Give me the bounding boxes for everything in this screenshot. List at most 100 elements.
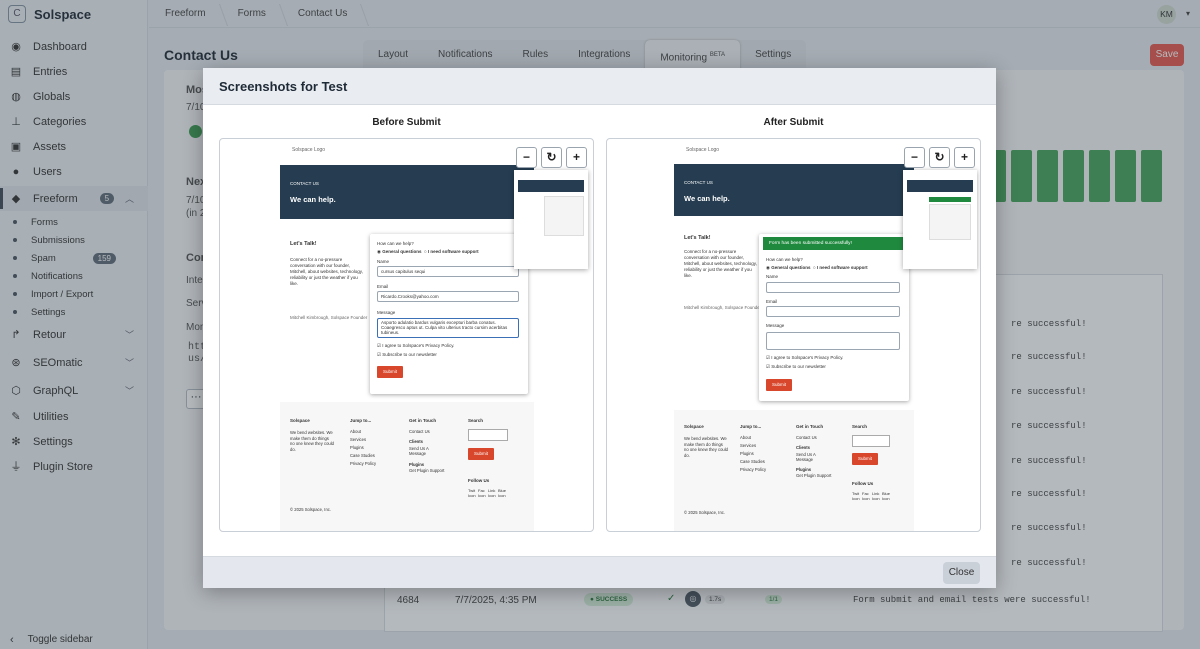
after-submit-heading: After Submit	[763, 117, 824, 128]
minimap-form	[544, 196, 584, 236]
footer-send: Send Us A Message	[796, 452, 816, 462]
screenshot-image: Solspace Logo CONTACT US We can help. Le…	[280, 139, 534, 531]
footer-link: About	[740, 435, 751, 440]
footer-jump: Jump to...	[740, 424, 762, 429]
subscribe-checkbox: ☑ Subscribe to our newsletter	[377, 352, 437, 357]
footer-link: About	[350, 429, 361, 434]
photo-alt: Mitchell Kimbrough, Solspace Founder	[290, 315, 368, 320]
q-label: How can we help?	[377, 241, 414, 246]
footer-jump: Jump to...	[350, 418, 372, 423]
reset-zoom-icon[interactable]: ↻	[929, 147, 950, 168]
before-screenshot-viewer[interactable]: Solspace Logo CONTACT US We can help. Le…	[219, 138, 594, 532]
name-field: cursus capitulus sequi	[377, 266, 519, 277]
form-card: How can we help? ◉ General questions ○ I…	[370, 234, 528, 394]
zoom-out-button[interactable]: −	[516, 147, 537, 168]
hero-banner: CONTACT US We can help.	[280, 165, 534, 219]
footer-search: Search	[852, 424, 868, 429]
message-field: Asporto adulatio bardus vulgaris exceptu…	[377, 318, 519, 338]
footer-touch: Get in Touch	[796, 424, 824, 429]
footer-submit: Submit	[468, 448, 494, 460]
blurb: Connect for a no-pressure conversation w…	[684, 249, 757, 278]
opt1: General questions	[771, 265, 811, 270]
hero-kicker: CONTACT US	[290, 181, 319, 186]
radio-group: ◉ General questions ○ I need software su…	[377, 249, 479, 254]
message-label: Message	[766, 323, 785, 328]
footer-clients: Clients	[796, 445, 810, 450]
footer-link: Privacy Policy	[740, 467, 767, 472]
zoom-controls: − ↻ +	[904, 147, 975, 168]
social-icon: Link Icon	[872, 491, 880, 501]
radio-group: ◉ General questions ○ I need software su…	[766, 265, 868, 270]
agree-label: I agree to Solspace's Privacy Policy.	[771, 355, 844, 360]
footer-support: Get Plugin Support	[796, 473, 832, 478]
footer-brand: Solspace	[290, 418, 310, 423]
hero-banner: CONTACT US We can help.	[674, 164, 914, 216]
minimap-hero	[518, 180, 584, 192]
q-label: How can we help?	[766, 257, 803, 262]
site-footer: Solspace We bend websites. We make them …	[280, 402, 534, 531]
email-label: Email	[377, 284, 389, 289]
minimap[interactable]	[514, 170, 588, 269]
footer-plugins: Plugins	[409, 462, 425, 467]
footer-copyright: © 2025 Solspace, Inc.	[684, 510, 726, 515]
social-icon: Blue Icon	[498, 488, 507, 498]
before-submit-heading: Before Submit	[372, 117, 441, 128]
modal-title: Screenshots for Test	[203, 68, 996, 105]
footer-brand: Solspace	[684, 424, 704, 429]
hero-headline: We can help.	[290, 195, 336, 204]
social-icon: Twit Icon	[852, 491, 860, 501]
footer-contact: Contact Us	[409, 429, 430, 434]
submit-button: Submit	[766, 379, 792, 391]
hero-kicker: CONTACT US	[684, 180, 713, 185]
social-icon: Fac Icon	[478, 488, 486, 498]
footer-tag: We bend websites. We make them do things…	[684, 436, 728, 458]
footer-plugins: Plugins	[796, 467, 812, 472]
opt2: I need software support	[427, 249, 479, 254]
footer-link: Services	[350, 437, 367, 442]
subscribe-label: Subscribe to our newsletter	[382, 352, 437, 357]
email-label: Email	[766, 299, 778, 304]
zoom-in-button[interactable]: +	[954, 147, 975, 168]
name-label: Name	[377, 259, 390, 264]
lets-talk: Let's Talk!	[684, 235, 711, 241]
footer-follow: Follow Us	[852, 481, 874, 486]
blurb: Connect for a no-pressure conversation w…	[290, 257, 363, 286]
lets-talk: Let's Talk!	[290, 241, 317, 247]
email-field: Ricardo.Crooks@yahoo.com	[377, 291, 519, 302]
screenshots-modal: Screenshots for Test Before Submit After…	[203, 68, 996, 588]
zoom-out-button[interactable]: −	[904, 147, 925, 168]
modal-footer: Close	[203, 556, 996, 588]
footer-link: Case Studies	[350, 453, 375, 458]
footer-clients: Clients	[409, 439, 423, 444]
social-icon: Fac Icon	[862, 491, 870, 501]
footer-link: Case Studies	[740, 459, 765, 464]
opt2: I need software support	[816, 265, 868, 270]
reset-zoom-icon[interactable]: ↻	[541, 147, 562, 168]
minimap-success	[929, 197, 971, 202]
minimap-hero	[907, 180, 973, 192]
footer-submit: Submit	[852, 453, 878, 465]
zoom-controls: − ↻ +	[516, 147, 587, 168]
footer-search: Search	[468, 418, 484, 423]
name-label: Name	[766, 274, 779, 279]
logo-alt: Solspace Logo	[292, 147, 326, 153]
close-button[interactable]: Close	[943, 562, 980, 584]
after-screenshot-viewer[interactable]: Solspace Logo CONTACT US We can help. Le…	[606, 138, 981, 532]
social-icon: Twit Icon	[468, 488, 476, 498]
footer-link: Plugins	[350, 445, 364, 450]
minimap[interactable]	[903, 170, 977, 269]
footer-search-field	[852, 435, 890, 447]
subscribe-checkbox: ☑ Subscribe to our newsletter	[766, 364, 826, 369]
social-icon: Link Icon	[488, 488, 496, 498]
footer-send: Send Us A Message	[409, 446, 429, 456]
message-field	[766, 332, 900, 350]
screenshot-image: Solspace Logo CONTACT US We can help. Le…	[674, 139, 914, 531]
footer-follow: Follow Us	[468, 478, 490, 483]
footer-search-field	[468, 429, 508, 441]
form-card: Form has been submitted successfully! Ho…	[759, 234, 909, 401]
opt1: General questions	[382, 249, 422, 254]
footer-link: Privacy Policy	[350, 461, 377, 466]
logo-alt: Solspace Logo	[686, 147, 720, 153]
footer-support: Get Plugin Support	[409, 468, 445, 473]
zoom-in-button[interactable]: +	[566, 147, 587, 168]
